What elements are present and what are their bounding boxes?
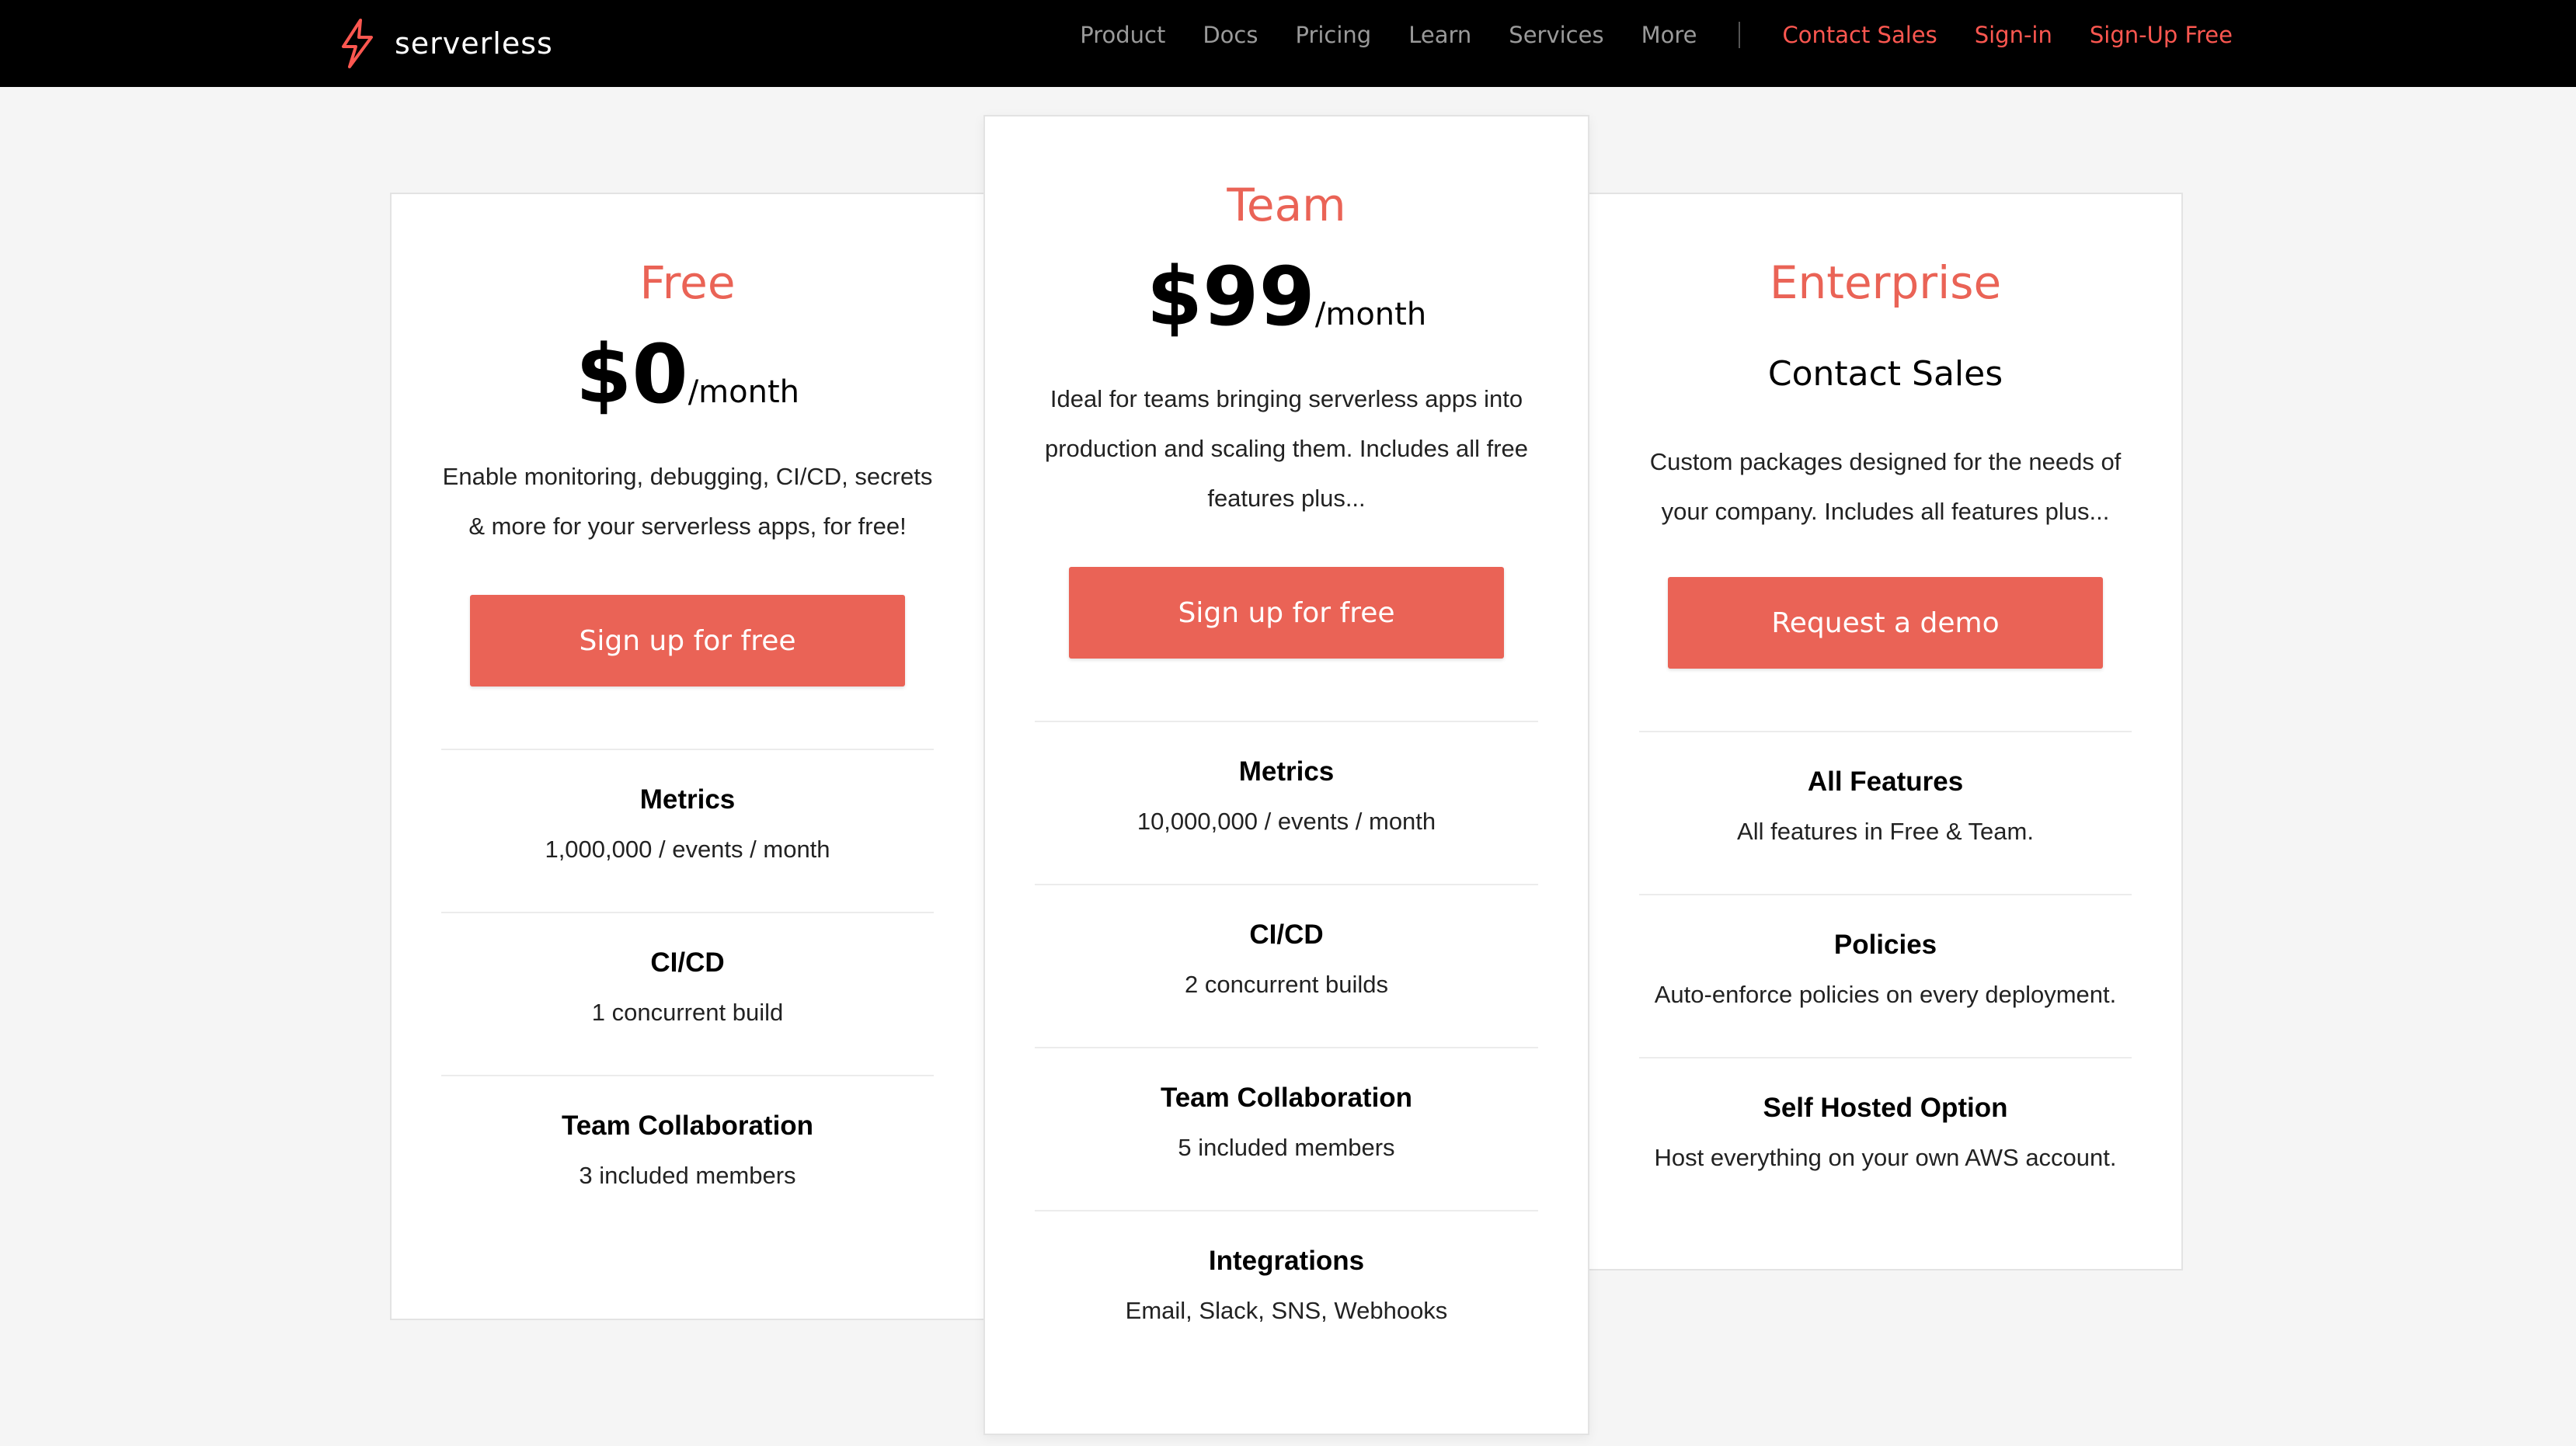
feature-item: CI/CD 1 concurrent build [441, 912, 934, 1075]
feature-detail: Host everything on your own AWS account. [1654, 1144, 2117, 1171]
feature-title: Team Collaboration [561, 1111, 814, 1141]
feature-item: Team Collaboration 5 included members [1035, 1047, 1538, 1210]
sign-up-free-link[interactable]: Sign-Up Free [2090, 22, 2233, 48]
feature-detail: 1 concurrent build [591, 999, 784, 1026]
feature-item: Team Collaboration 3 included members [441, 1075, 934, 1238]
request-demo-button[interactable]: Request a demo [1668, 577, 2103, 669]
feature-detail: 10,000,000 / events / month [1137, 808, 1436, 835]
feature-item: All Features All features in Free & Team… [1639, 731, 2132, 894]
plan-description: Custom packages designed for the needs o… [1649, 448, 2122, 525]
feature-item: Metrics 10,000,000 / events / month [1035, 721, 1538, 884]
nav-product[interactable]: Product [1080, 22, 1165, 48]
feature-title: Policies [1833, 930, 1937, 960]
feature-list: Metrics 10,000,000 / events / month CI/C… [1035, 721, 1538, 1373]
nav-more[interactable]: More [1641, 22, 1697, 48]
sign-in-link[interactable]: Sign-in [1975, 22, 2052, 48]
feature-title: Integrations [1208, 1246, 1365, 1276]
price-amount: $99 [1146, 249, 1315, 344]
main-nav: Product Docs Pricing Learn Services More… [1080, 0, 2233, 70]
top-navbar: serverless Product Docs Pricing Learn Se… [0, 0, 2576, 87]
feature-title: Self Hosted Option [1763, 1093, 2008, 1123]
price-amount: $0 [575, 327, 688, 422]
brand-name: serverless [395, 26, 553, 61]
feature-item: Integrations Email, Slack, SNS, Webhooks [1035, 1210, 1538, 1373]
feature-title: All Features [1807, 766, 1964, 797]
price-period: /month [688, 374, 800, 410]
feature-item: Metrics 1,000,000 / events / month [441, 749, 934, 912]
feature-title: CI/CD [1249, 919, 1324, 950]
feature-list: All Features All features in Free & Team… [1639, 731, 2132, 1220]
nav-divider [1739, 22, 1741, 48]
feature-item: CI/CD 2 concurrent builds [1035, 884, 1538, 1047]
feature-detail: All features in Free & Team. [1737, 818, 2034, 845]
nav-services[interactable]: Services [1509, 22, 1603, 48]
nav-docs[interactable]: Docs [1203, 22, 1258, 48]
feature-detail: 5 included members [1178, 1134, 1395, 1161]
plan-price: $0 /month [392, 334, 983, 415]
sign-up-team-button[interactable]: Sign up for free [1069, 567, 1504, 659]
plan-price: $99 /month [985, 256, 1588, 337]
brand-logo[interactable]: serverless [339, 12, 553, 75]
feature-detail: Auto-enforce policies on every deploymen… [1654, 981, 2117, 1008]
nav-pricing[interactable]: Pricing [1295, 22, 1371, 48]
feature-title: CI/CD [650, 947, 725, 978]
plan-description: Enable monitoring, debugging, CI/CD, sec… [442, 463, 933, 540]
feature-detail: 3 included members [579, 1162, 796, 1189]
plan-title: Team [1227, 179, 1346, 231]
feature-detail: 2 concurrent builds [1185, 971, 1388, 998]
feature-item: Policies Auto-enforce policies on every … [1639, 894, 2132, 1057]
contact-sales-heading: Contact Sales [1767, 354, 2003, 394]
nav-learn[interactable]: Learn [1408, 22, 1471, 48]
plan-title: Free [639, 256, 736, 309]
feature-title: Team Collaboration [1160, 1083, 1413, 1113]
plan-description: Ideal for teams bringing serverless apps… [1044, 385, 1529, 512]
feature-detail: Email, Slack, SNS, Webhooks [1125, 1297, 1448, 1324]
sign-up-free-button[interactable]: Sign up for free [470, 595, 905, 687]
lightning-bolt-icon [342, 19, 373, 68]
plan-card-team: Team $99 /month Ideal for teams bringing… [983, 115, 1589, 1435]
contact-sales-link[interactable]: Contact Sales [1782, 22, 1937, 48]
feature-item: Self Hosted Option Host everything on yo… [1639, 1057, 2132, 1220]
plan-card-free: Free $0 /month Enable monitoring, debugg… [390, 193, 985, 1320]
plan-title: Enterprise [1769, 256, 2002, 309]
plan-card-enterprise: Enterprise Contact Sales Custom packages… [1588, 193, 2183, 1270]
price-period: /month [1314, 297, 1427, 332]
feature-title: Metrics [639, 784, 736, 815]
feature-detail: 1,000,000 / events / month [545, 836, 830, 863]
feature-list: Metrics 1,000,000 / events / month CI/CD… [441, 749, 934, 1238]
feature-title: Metrics [1238, 756, 1335, 787]
